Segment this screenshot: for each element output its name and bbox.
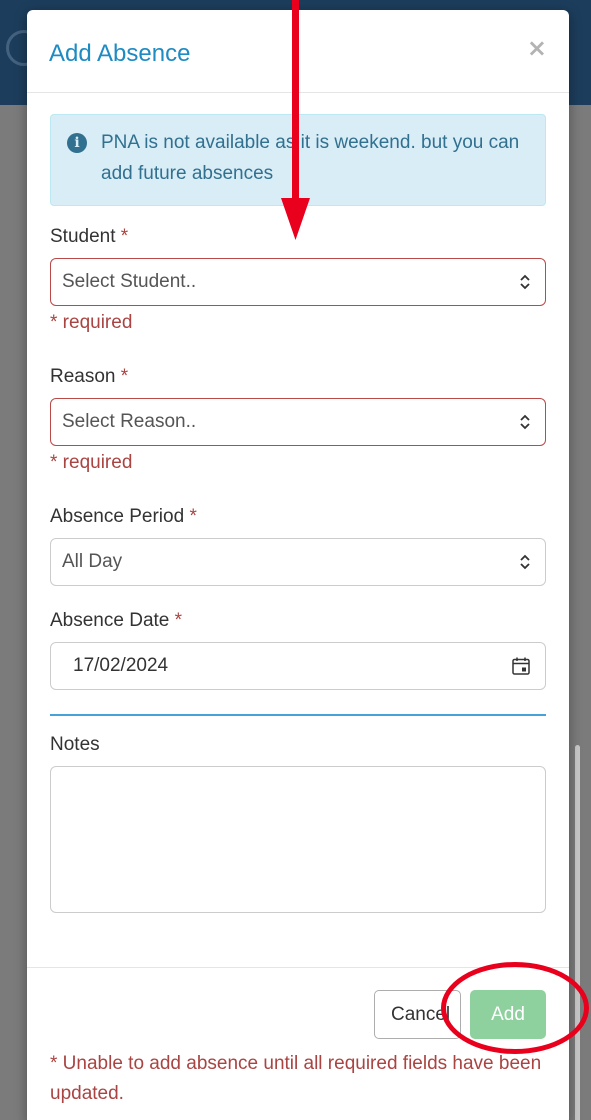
absence-date-value: 17/02/2024 [73, 655, 169, 676]
calendar-icon[interactable] [511, 656, 531, 676]
add-button[interactable]: Add [470, 990, 546, 1039]
notes-label: Notes [50, 734, 100, 755]
footer-buttons: Cancel Add [50, 990, 546, 1039]
reason-field-group: Reason * Select Reason.. * required [50, 366, 546, 474]
absence-date-label: Absence Date * [50, 610, 183, 631]
student-label: Student * [50, 226, 129, 247]
required-asterisk: * [174, 610, 183, 631]
absence-period-label: Absence Period * [50, 506, 197, 527]
student-field-group: Student * Select Student.. * required [50, 226, 546, 334]
close-button[interactable]: × [527, 34, 547, 62]
required-asterisk: * [189, 506, 197, 527]
student-error: * required [50, 312, 133, 333]
info-alert-text: PNA is not available as it is weekend. b… [101, 132, 520, 184]
reason-select[interactable]: Select Reason.. [50, 398, 546, 446]
footer-error-message: * Unable to add absence until all requir… [50, 1053, 542, 1104]
add-absence-modal: Add Absence × i PNA is not available as … [27, 10, 569, 1120]
modal-header: Add Absence × [27, 10, 569, 93]
cancel-button[interactable]: Cancel [374, 990, 461, 1039]
student-select[interactable]: Select Student.. [50, 258, 546, 306]
student-select-value: Select Student.. [62, 271, 197, 292]
modal-footer: Cancel Add * Unable to add absence until… [27, 967, 569, 1109]
info-alert: i PNA is not available as it is weekend.… [50, 114, 546, 206]
notes-field-group: Notes [50, 734, 546, 913]
notes-textarea[interactable] [50, 766, 546, 913]
absence-date-input[interactable]: 17/02/2024 [50, 642, 546, 690]
absence-period-select[interactable]: All Day [50, 538, 546, 586]
required-asterisk: * [120, 226, 129, 247]
info-circle-icon: i [67, 133, 87, 153]
background-scrollbar[interactable] [575, 745, 580, 1120]
reason-select-value: Select Reason.. [62, 411, 197, 432]
modal-body: i PNA is not available as it is weekend.… [27, 93, 569, 913]
chevron-up-down-icon [520, 274, 530, 290]
reason-label: Reason * [50, 366, 129, 387]
chevron-up-down-icon [520, 414, 530, 430]
chevron-up-down-icon [520, 554, 530, 570]
reason-error: * required [50, 452, 133, 473]
modal-title: Add Absence [49, 40, 191, 67]
section-divider [50, 714, 546, 716]
required-asterisk: * [120, 366, 129, 387]
absence-period-field-group: Absence Period * All Day [50, 506, 546, 586]
absence-period-value: All Day [62, 551, 123, 572]
absence-date-field-group: Absence Date * 17/02/2024 [50, 610, 546, 690]
